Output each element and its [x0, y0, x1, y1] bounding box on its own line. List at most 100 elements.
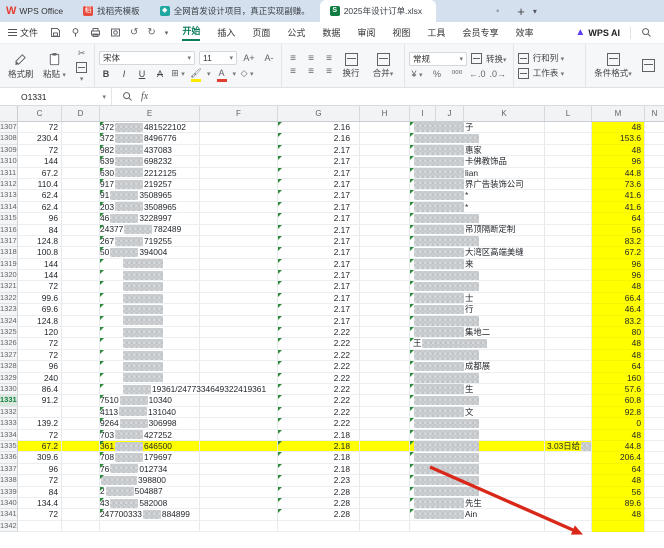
row-header-1329[interactable]: 1329: [0, 373, 18, 384]
cell-N1307[interactable]: [645, 122, 664, 133]
cell-L1339[interactable]: [545, 487, 592, 498]
cell-D1323[interactable]: [62, 304, 100, 315]
cell-F1328[interactable]: [200, 361, 278, 372]
cell-L1324[interactable]: [545, 316, 592, 327]
cell-G1339[interactable]: 2.28: [278, 487, 360, 498]
table-style-button-cut[interactable]: [636, 59, 660, 72]
cell-G1337[interactable]: 2.18: [278, 464, 360, 475]
align-top-icon[interactable]: ≡: [286, 54, 300, 64]
cell-E1322[interactable]: [100, 293, 200, 304]
cell-C1312[interactable]: 110.4: [18, 179, 62, 190]
cell-G1317[interactable]: 2.17: [278, 236, 360, 247]
cell-H1329[interactable]: [360, 373, 410, 384]
cell-E1335[interactable]: 361646500: [100, 441, 200, 452]
cell-H1318[interactable]: [360, 247, 410, 258]
cell-L1331[interactable]: [545, 395, 592, 406]
col-header-G[interactable]: G: [278, 106, 360, 121]
cell-name-1310[interactable]: 卡佛教饰品: [410, 156, 545, 167]
cell-H1324[interactable]: [360, 316, 410, 327]
cell-D1309[interactable]: [62, 145, 100, 156]
cell-C1316[interactable]: 84: [18, 225, 62, 236]
cell-H1325[interactable]: [360, 327, 410, 338]
row-header-1316[interactable]: 1316: [0, 225, 18, 236]
cell-G1330[interactable]: 2.22: [278, 384, 360, 395]
cell-D1338[interactable]: [62, 475, 100, 486]
cell-E1320[interactable]: [100, 270, 200, 281]
cell-F1342[interactable]: [200, 521, 278, 532]
cell-N1320[interactable]: [645, 270, 664, 281]
cell-N1322[interactable]: [645, 293, 664, 304]
cell-C1314[interactable]: 62.4: [18, 202, 62, 213]
cell-L1335[interactable]: 3.03日给: [545, 441, 592, 452]
cell-G1309[interactable]: 2.17: [278, 145, 360, 156]
cell-F1336[interactable]: [200, 452, 278, 463]
file-menu-button[interactable]: 文件: [0, 26, 46, 39]
cell-C1341[interactable]: 72: [18, 509, 62, 520]
cell-D1340[interactable]: [62, 498, 100, 509]
row-header-1321[interactable]: 1321: [0, 281, 18, 292]
cell-name-1337[interactable]: [410, 464, 545, 475]
cell-N1309[interactable]: [645, 145, 664, 156]
col-header-E[interactable]: E: [100, 106, 200, 121]
bold-button[interactable]: B: [99, 69, 113, 79]
cell-name-1319[interactable]: 来: [410, 259, 545, 270]
cell-F1309[interactable]: [200, 145, 278, 156]
row-header-1341[interactable]: 1341: [0, 509, 18, 520]
cell-name-1335[interactable]: [410, 441, 545, 452]
cell-M1316[interactable]: 56: [592, 225, 645, 236]
menu-review[interactable]: 审阅: [357, 26, 375, 39]
cell-M1341[interactable]: 48: [592, 509, 645, 520]
cell-N1339[interactable]: [645, 487, 664, 498]
row-header-1311[interactable]: 1311: [0, 168, 18, 179]
cell-H1331[interactable]: [360, 395, 410, 406]
cell-N1325[interactable]: [645, 327, 664, 338]
col-header-N[interactable]: N: [645, 106, 664, 121]
cell-G1318[interactable]: 2.17: [278, 247, 360, 258]
tab-docer-templates[interactable]: 稻 找稻壳模板: [73, 0, 150, 22]
cell-E1321[interactable]: [100, 281, 200, 292]
cell-H1330[interactable]: [360, 384, 410, 395]
row-header-1330[interactable]: 1330: [0, 384, 18, 395]
row-header-1315[interactable]: 1315: [0, 213, 18, 224]
cell-C1328[interactable]: 96: [18, 361, 62, 372]
cell-N1311[interactable]: [645, 168, 664, 179]
cell-N1323[interactable]: [645, 304, 664, 315]
cell-N1332[interactable]: [645, 407, 664, 418]
row-header-1325[interactable]: 1325: [0, 327, 18, 338]
cell-D1326[interactable]: [62, 338, 100, 349]
cell-F1323[interactable]: [200, 304, 278, 315]
number-format-select[interactable]: 常规▾: [409, 52, 467, 66]
cell-M1325[interactable]: 80: [592, 327, 645, 338]
fill-color-button[interactable]: 🖌: [189, 68, 203, 81]
cell-D1339[interactable]: [62, 487, 100, 498]
cell-D1315[interactable]: [62, 213, 100, 224]
cell-L1333[interactable]: [545, 418, 592, 429]
cell-E1313[interactable]: 913508965: [100, 190, 200, 201]
cell-F1335[interactable]: [200, 441, 278, 452]
tab-design-promo[interactable]: ◆ 全网首发设计项目，真正实现副赚。: [150, 0, 320, 22]
cell-M1309[interactable]: 48: [592, 145, 645, 156]
cell-D1330[interactable]: [62, 384, 100, 395]
cell-N1326[interactable]: [645, 338, 664, 349]
cell-G1327[interactable]: 2.22: [278, 350, 360, 361]
cell-H1322[interactable]: [360, 293, 410, 304]
cell-name-1318[interactable]: 大湾区高端美缝: [410, 247, 545, 258]
cell-L1316[interactable]: [545, 225, 592, 236]
search-icon[interactable]: [641, 27, 652, 38]
cell-M1317[interactable]: 83.2: [592, 236, 645, 247]
cell-L1309[interactable]: [545, 145, 592, 156]
cell-E1308[interactable]: 3728496776: [100, 133, 200, 144]
cell-E1324[interactable]: [100, 316, 200, 327]
increase-font-button[interactable]: A+: [241, 53, 257, 63]
row-header-1339[interactable]: 1339: [0, 487, 18, 498]
cell-name-1325[interactable]: 集地二: [410, 327, 545, 338]
cell-M1338[interactable]: 48: [592, 475, 645, 486]
cell-L1328[interactable]: [545, 361, 592, 372]
cell-N1315[interactable]: [645, 213, 664, 224]
cell-N1319[interactable]: [645, 259, 664, 270]
cell-L1334[interactable]: [545, 430, 592, 441]
cell-F1310[interactable]: [200, 156, 278, 167]
cell-F1339[interactable]: [200, 487, 278, 498]
cell-F1340[interactable]: [200, 498, 278, 509]
cell-F1319[interactable]: [200, 259, 278, 270]
